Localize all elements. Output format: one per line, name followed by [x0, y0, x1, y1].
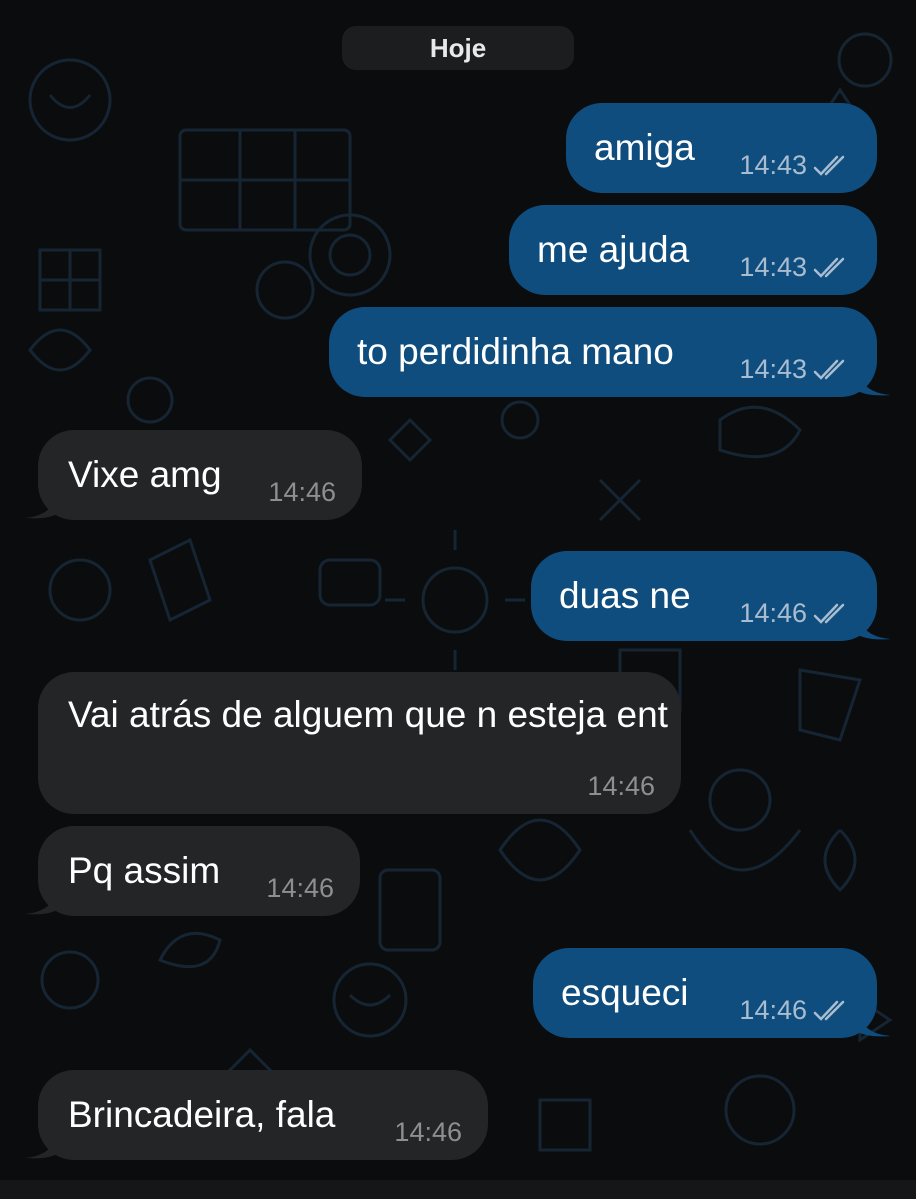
bubble-tail — [855, 363, 891, 396]
incoming-message[interactable]: Vai atrás de alguem que n esteja ent 14:… — [38, 672, 681, 814]
message-meta: 14:46 — [266, 873, 334, 904]
double-check-read-icon — [813, 257, 845, 278]
outgoing-message[interactable]: me ajuda 14:43 — [509, 205, 877, 295]
message-time: 14:46 — [587, 771, 655, 801]
bubble-tail — [855, 1004, 891, 1037]
message-meta: 14:43 — [739, 252, 851, 283]
message-text: duas ne — [559, 575, 691, 616]
outgoing-message[interactable]: to perdidinha mano 14:43 — [329, 307, 891, 397]
message-meta: 14:46 — [739, 598, 851, 629]
message-time: 14:46 — [739, 995, 807, 1025]
bubble-tail — [24, 882, 60, 915]
message-time: 14:43 — [739, 252, 807, 282]
message-text: me ajuda — [537, 229, 690, 270]
date-divider: Hoje — [342, 26, 574, 70]
incoming-message[interactable]: Vixe amg 14:46 — [24, 430, 362, 520]
message-time: 14:46 — [268, 477, 336, 507]
bubble-tail — [24, 1126, 60, 1159]
double-check-read-icon — [813, 603, 845, 624]
message-time: 14:46 — [394, 1117, 462, 1147]
outgoing-message[interactable]: esqueci 14:46 — [533, 948, 891, 1038]
message-meta: 14:46 — [268, 477, 336, 508]
double-check-read-icon — [813, 359, 845, 380]
message-time: 14:43 — [739, 354, 807, 384]
incoming-message[interactable]: Pq assim 14:46 — [24, 826, 360, 916]
bottom-input-bar-edge — [0, 1180, 916, 1199]
message-text: amiga — [594, 127, 695, 168]
incoming-message[interactable]: Brincadeira, fala 14:46 — [24, 1070, 488, 1160]
message-meta: 14:46 — [394, 1117, 462, 1148]
double-check-read-icon — [813, 155, 845, 176]
chat-view[interactable]: Hoje amiga 14:43 me ajuda 14:43 to perdi… — [0, 0, 916, 1199]
message-time: 14:46 — [739, 598, 807, 628]
outgoing-message[interactable]: duas ne 14:46 — [531, 551, 891, 641]
message-meta: 14:46 — [739, 995, 851, 1026]
message-meta: 14:43 — [739, 354, 851, 385]
message-text: Vai atrás de alguem que n esteja ent — [68, 694, 668, 735]
message-meta: 14:43 — [739, 150, 851, 181]
message-text: Vixe amg — [68, 454, 222, 495]
outgoing-message[interactable]: amiga 14:43 — [566, 103, 877, 193]
double-check-read-icon — [813, 1000, 845, 1021]
message-text: Brincadeira, fala — [68, 1094, 336, 1135]
bubble-tail — [24, 486, 60, 519]
message-text: Pq assim — [68, 850, 221, 891]
message-time: 14:43 — [739, 150, 807, 180]
message-text: to perdidinha mano — [357, 331, 674, 372]
bubble-tail — [855, 607, 891, 640]
message-meta: 14:46 — [587, 771, 655, 802]
message-time: 14:46 — [266, 873, 334, 903]
message-text: esqueci — [561, 972, 689, 1013]
